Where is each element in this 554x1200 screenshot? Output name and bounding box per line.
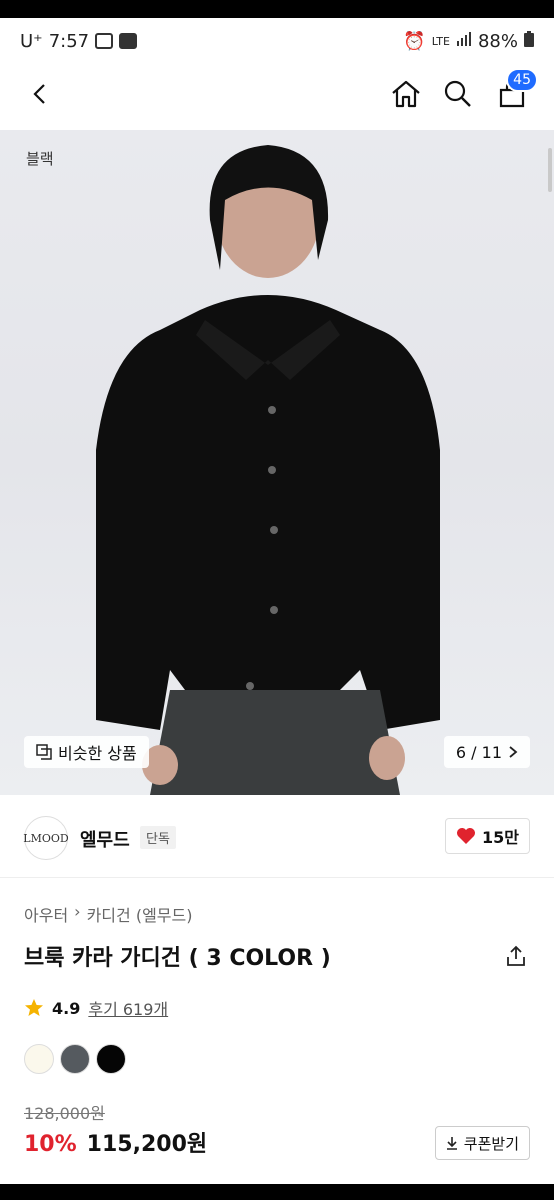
scrollbar[interactable] [548, 148, 552, 192]
notification-icon [95, 33, 114, 49]
star-icon [25, 999, 43, 1016]
home-icon [392, 80, 420, 108]
cart-button[interactable]: 45 [492, 68, 538, 114]
brand-logo[interactable]: LMOOD [23, 816, 69, 860]
battery-icon [524, 30, 534, 52]
rating-score: 4.9 [52, 998, 81, 1018]
heart-icon [457, 828, 475, 844]
breadcrumb-separator-icon: › [74, 902, 81, 921]
copy-icon [36, 744, 52, 760]
search-icon [444, 80, 471, 107]
home-button[interactable] [386, 74, 426, 114]
product-photo [96, 145, 440, 795]
search-button[interactable] [438, 74, 478, 114]
alarm-icon: ⏰ [403, 30, 426, 52]
carrier-label: U⁺ [20, 30, 43, 52]
pager-label: 6 / 11 [455, 742, 502, 762]
breadcrumb-subcategory[interactable]: 카디건 (엘무드) [87, 902, 193, 926]
chevron-left-icon [33, 84, 45, 104]
like-button[interactable]: 15만 [445, 818, 530, 854]
rating-row: 4.9 후기 619개 [24, 996, 168, 1020]
exclusive-badge: 단독 [140, 826, 176, 849]
image-pager[interactable]: 6 / 11 [443, 736, 530, 768]
download-icon [446, 1137, 457, 1150]
app-screen: U⁺ 7:57 ⏰ LTE 88% 45 블랙 비슷한 상품 6 / 11 LM… [0, 18, 554, 1184]
chevron-right-icon [509, 746, 518, 758]
original-price: 128,000원 [24, 1104, 105, 1123]
breadcrumb: 아우터 › 카디건 (엘무드) [24, 902, 192, 926]
product-image-carousel[interactable]: 블랙 비슷한 상품 6 / 11 [0, 130, 554, 795]
similar-products-label: 비슷한 상품 [58, 744, 137, 763]
price-row: 10% 115,200원 [24, 1126, 207, 1158]
signal-icon [456, 31, 472, 52]
discount-rate: 10% [24, 1132, 77, 1157]
brand-row: LMOOD 엘무드 단독 15만 [0, 810, 554, 878]
battery-label: 88% [477, 30, 518, 52]
product-title: 브룩 카라 가디건 ( 3 COLOR ) [24, 946, 331, 971]
similar-products-button[interactable]: 비슷한 상품 [24, 736, 149, 768]
app-bar: 45 [0, 64, 554, 128]
swatch-charcoal[interactable] [60, 1044, 90, 1074]
review-count-link[interactable]: 후기 619개 [88, 996, 168, 1020]
swatch-black[interactable] [96, 1044, 126, 1074]
coupon-button[interactable]: 쿠폰받기 [434, 1126, 530, 1160]
brand-name[interactable]: 엘무드 [80, 826, 130, 852]
like-count: 15만 [482, 828, 519, 847]
sale-price: 115,200원 [86, 1132, 208, 1157]
coupon-label: 쿠폰받기 [463, 1134, 519, 1153]
image-notification-icon [119, 33, 138, 49]
share-button[interactable] [502, 942, 530, 970]
breadcrumb-category[interactable]: 아우터 [24, 902, 68, 926]
cart-count-badge: 45 [506, 68, 538, 92]
color-swatches [24, 1044, 126, 1074]
clock: 7:57 [48, 30, 90, 52]
swatch-ivory[interactable] [24, 1044, 54, 1074]
back-button[interactable] [20, 74, 60, 114]
network-type: LTE [431, 34, 450, 48]
share-icon [507, 945, 525, 966]
color-label: 블랙 [26, 150, 54, 168]
status-bar: U⁺ 7:57 ⏰ LTE 88% [0, 18, 554, 64]
